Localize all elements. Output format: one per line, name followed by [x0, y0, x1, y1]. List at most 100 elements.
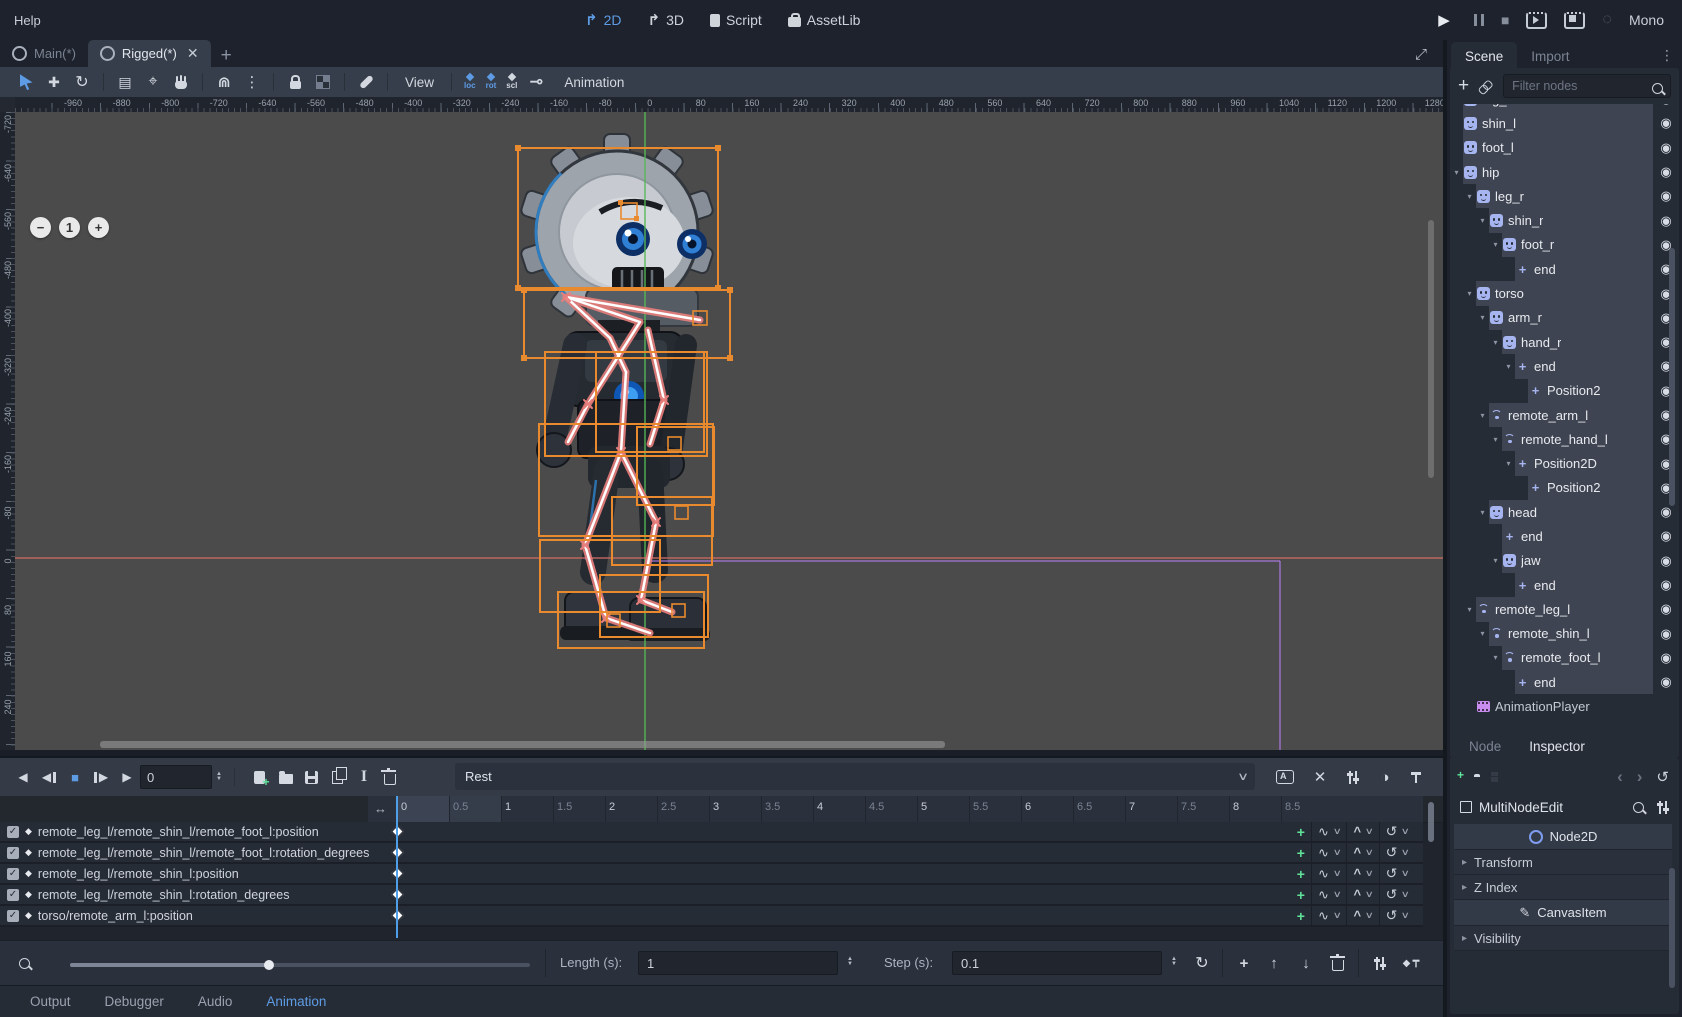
anim-play-button[interactable]: ▶: [114, 764, 140, 790]
insert-key-button[interactable]: ⊸: [524, 70, 548, 94]
animation-name-dropdown[interactable]: Rest ∨: [455, 763, 1255, 790]
pin-panel-button[interactable]: [1403, 764, 1429, 790]
tree-item-jaw[interactable]: ▾jaw◉: [1450, 549, 1679, 573]
edit-transitions-button[interactable]: ✕: [1307, 764, 1333, 790]
step-spin-arrows[interactable]: ▲▼: [1171, 957, 1177, 967]
tree-item-remote_hand_l[interactable]: ▾remote_hand_l◉: [1450, 427, 1679, 451]
tree-item-remote_leg_l[interactable]: ▾remote_leg_l◉: [1450, 597, 1679, 621]
inspector-search-icon[interactable]: [1633, 802, 1644, 813]
length-spin-arrows[interactable]: ▲▼: [847, 957, 853, 967]
collapse-arrow-icon[interactable]: ▾: [1463, 605, 1476, 614]
add-node-button[interactable]: +: [1458, 75, 1469, 97]
visibility-eye-icon[interactable]: ◉: [1653, 164, 1679, 180]
track-tools-button[interactable]: [1340, 764, 1366, 790]
anim-track-row[interactable]: ✓◆remote_leg_l/remote_shin_l:rotation_de…: [0, 885, 1423, 906]
canvas-horizontal-scrollbar[interactable]: [100, 741, 945, 748]
rename-animation-button[interactable]: I: [351, 764, 377, 790]
autoplay-toggle-button[interactable]: [1272, 764, 1298, 790]
collapse-arrow-icon[interactable]: ▾: [1476, 411, 1489, 420]
canvas-vertical-scrollbar[interactable]: [1428, 220, 1434, 478]
inspector-tools-icon[interactable]: [1657, 801, 1669, 814]
tree-item-foot_r[interactable]: ▾foot_r◉: [1450, 233, 1679, 257]
length-input[interactable]: [638, 951, 838, 975]
collapse-arrow-icon[interactable]: ▾: [1463, 289, 1476, 298]
zoom-out-button[interactable]: −: [30, 217, 51, 238]
wrap-mode-button[interactable]: ^∨: [1346, 885, 1378, 904]
tree-item-end[interactable]: +end◉: [1450, 257, 1679, 281]
zoom-reset-button[interactable]: 1: [59, 217, 80, 238]
visibility-eye-icon[interactable]: ◉: [1653, 504, 1679, 520]
bottom-tab-debugger[interactable]: Debugger: [105, 994, 164, 1009]
group-object-button[interactable]: [311, 70, 335, 94]
duplicate-animation-button[interactable]: [325, 764, 351, 790]
play-from-start-button[interactable]: ▶: [88, 764, 114, 790]
add-key-button[interactable]: +: [1291, 864, 1311, 883]
anim-track-row[interactable]: ✓◆remote_leg_l/remote_shin_l:position+∿∨…: [0, 864, 1423, 885]
snap-options-button[interactable]: ⋮: [240, 70, 264, 94]
collapse-arrow-icon[interactable]: ▾: [1476, 216, 1489, 225]
scene-tree-scrollbar[interactable]: [1669, 248, 1675, 506]
visibility-eye-icon[interactable]: ◉: [1653, 431, 1679, 447]
tree-item-end[interactable]: ▾+end◉: [1450, 354, 1679, 378]
scene-tab-main[interactable]: Main(*): [0, 40, 88, 67]
stop-button[interactable]: ■: [1501, 12, 1509, 28]
interpolation-mode-button[interactable]: ∿∨: [1311, 885, 1347, 904]
visibility-eye-icon[interactable]: ◉: [1653, 601, 1679, 617]
add-key-button[interactable]: +: [1291, 906, 1311, 925]
mode-2d[interactable]: ↱2D: [585, 11, 621, 29]
visibility-eye-icon[interactable]: ◉: [1653, 383, 1679, 399]
collapse-arrow-icon[interactable]: ▾: [1502, 459, 1515, 468]
tab-node[interactable]: Node: [1455, 732, 1515, 760]
anim-track-row[interactable]: ✓◆remote_leg_l/remote_shin_l/remote_foot…: [0, 843, 1423, 864]
tree-item-leg_l[interactable]: leg_l◉: [1450, 104, 1679, 111]
visibility-eye-icon[interactable]: ◉: [1653, 553, 1679, 569]
track-enabled-checkbox[interactable]: ✓: [7, 910, 19, 922]
tree-item-torso[interactable]: ▾torso◉: [1450, 281, 1679, 305]
anim-track-row[interactable]: ✓◆torso/remote_arm_l:position+∿∨^∨↺∨: [0, 906, 1423, 927]
anim-track-row[interactable]: ✓◆remote_leg_l/remote_shin_l/remote_foot…: [0, 822, 1423, 843]
visibility-eye-icon[interactable]: ◉: [1653, 650, 1679, 666]
timeline-ruler[interactable]: ↔ 00.511.522.533.544.555.566.577.588.5: [0, 796, 1443, 823]
tree-item-position2[interactable]: +Position2◉: [1450, 379, 1679, 403]
tree-item-shin_l[interactable]: shin_l◉: [1450, 111, 1679, 135]
section-transform[interactable]: ▸Transform: [1454, 850, 1672, 875]
tree-item-end[interactable]: +end◉: [1450, 524, 1679, 548]
tree-item-foot_l[interactable]: foot_l◉: [1450, 136, 1679, 160]
play-custom-scene-button[interactable]: [1564, 12, 1585, 29]
loop-mode-button[interactable]: ↺∨: [1379, 843, 1415, 862]
track-enabled-checkbox[interactable]: ✓: [7, 868, 19, 880]
tree-item-arm_r[interactable]: ▾arm_r◉: [1450, 306, 1679, 330]
tab-inspector[interactable]: Inspector: [1515, 732, 1599, 760]
collapse-arrow-icon[interactable]: ▾: [1489, 338, 1502, 347]
add-key-button[interactable]: +: [1291, 822, 1311, 841]
select-tool-button[interactable]: [14, 70, 38, 94]
add-track-button[interactable]: +: [1232, 951, 1256, 975]
inspector-scrollbar[interactable]: [1669, 868, 1675, 988]
key-toggle-scl[interactable]: scl: [506, 74, 517, 90]
load-animation-button[interactable]: [273, 764, 299, 790]
tree-item-head[interactable]: ▾head◉: [1450, 500, 1679, 524]
visibility-eye-icon[interactable]: ◉: [1653, 140, 1679, 156]
loop-mode-button[interactable]: ↺∨: [1379, 885, 1415, 904]
section-visibility[interactable]: ▸ Visibility: [1454, 926, 1672, 951]
pivot-tool-button[interactable]: ⌖: [141, 70, 165, 94]
visibility-eye-icon[interactable]: ◉: [1653, 480, 1679, 496]
tree-item-leg_r[interactable]: ▾leg_r◉: [1450, 184, 1679, 208]
track-enabled-checkbox[interactable]: ✓: [7, 847, 19, 859]
save-animation-button[interactable]: [299, 764, 325, 790]
collapse-arrow-icon[interactable]: ▾: [1476, 313, 1489, 322]
move-tool-button[interactable]: ✚: [42, 70, 66, 94]
rotate-tool-button[interactable]: ↻: [70, 70, 94, 94]
step-input[interactable]: [952, 951, 1162, 975]
loop-mode-button[interactable]: ↺∨: [1379, 906, 1415, 925]
bottom-tab-output[interactable]: Output: [30, 994, 71, 1009]
play-button[interactable]: ▶: [1431, 7, 1457, 33]
key-edit-button[interactable]: ◆: [1400, 951, 1424, 975]
visibility-eye-icon[interactable]: ◉: [1653, 626, 1679, 642]
visibility-eye-icon[interactable]: ◉: [1653, 213, 1679, 229]
lock-object-button[interactable]: [283, 70, 307, 94]
2d-viewport[interactable]: -960-880-800-720-640-560-480-400-320-240…: [0, 97, 1443, 750]
visibility-eye-icon[interactable]: ◉: [1653, 674, 1679, 690]
visibility-eye-icon[interactable]: ◉: [1653, 104, 1679, 107]
bottom-tab-animation[interactable]: Animation: [266, 994, 326, 1009]
